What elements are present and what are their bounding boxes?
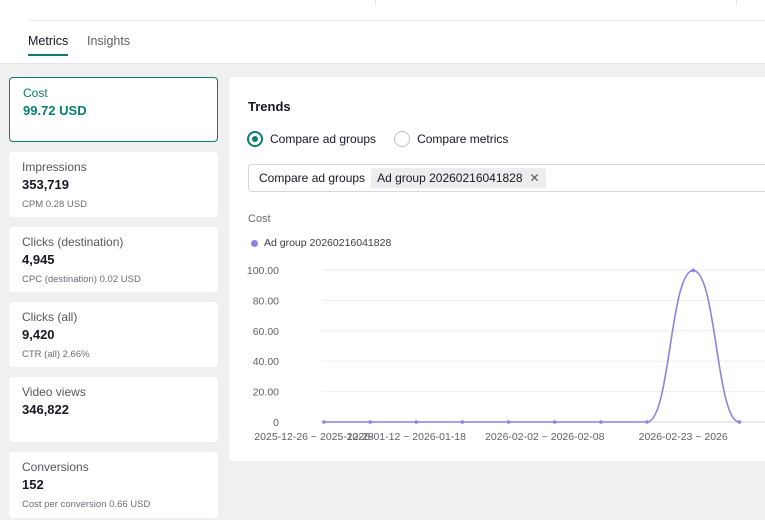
metric-label: Clicks (all)	[22, 310, 78, 324]
metric-value: 346,822	[22, 402, 69, 417]
metric-label: Video views	[22, 385, 86, 399]
y-tick-label: 40.00	[253, 356, 279, 368]
y-tick-label: 80.00	[253, 295, 279, 307]
metric-value: 9,420	[22, 327, 55, 342]
data-point	[599, 420, 603, 424]
metric-card-clicks-all[interactable]: Clicks (all) 9,420 CTR (all) 2.66%	[9, 302, 218, 367]
metric-sub: CTR (all) 2.66%	[22, 349, 90, 360]
data-point	[645, 420, 649, 424]
metric-label: Conversions	[22, 460, 89, 474]
divider	[375, 0, 376, 6]
metric-label: Cost	[23, 86, 48, 100]
data-point	[322, 420, 326, 424]
metric-card-cost[interactable]: Cost 99.72 USD	[9, 77, 218, 142]
y-tick-label: 60.00	[253, 326, 279, 338]
metric-card-impressions[interactable]: Impressions 353,719 CPM 0.28 USD	[9, 152, 218, 217]
tab-metrics[interactable]: Metrics	[28, 34, 69, 56]
metric-value: 353,719	[22, 177, 69, 192]
y-tick-label: 100.00	[247, 265, 279, 277]
data-point	[552, 420, 557, 424]
divider	[736, 0, 737, 6]
x-tick-label: 2026-01-12 ~ 2026-01-18	[347, 431, 467, 443]
metric-sub: Cost per conversion 0.66 USD	[22, 499, 151, 510]
metric-card-conversions[interactable]: Conversions 152 Cost per conversion 0.66…	[9, 452, 218, 518]
metric-card-video-views[interactable]: Video views 346,822	[9, 377, 218, 442]
data-point	[368, 420, 372, 424]
trends-panel: Trends Compare ad groups Compare metrics…	[229, 77, 765, 461]
data-point	[691, 268, 695, 273]
metric-card-clicks-destination[interactable]: Clicks (destination) 4,945 CPC (destinat…	[9, 227, 218, 292]
header-panel: Metrics Insights	[0, 0, 765, 64]
data-point	[737, 420, 742, 424]
metric-label: Clicks (destination)	[22, 235, 124, 249]
data-point	[460, 420, 465, 424]
metric-value: 152	[22, 477, 44, 492]
metric-value: 4,945	[22, 252, 55, 267]
metric-sub: CPM 0.28 USD	[22, 199, 87, 210]
series-line	[323, 269, 740, 423]
y-tick-label: 0	[273, 417, 279, 429]
y-tick-label: 20.00	[253, 387, 279, 399]
divider	[28, 20, 765, 21]
x-tick-label: 2026-02-23 ~ 2026	[639, 431, 728, 443]
x-tick-label: 2026-02-02 ~ 2026-02-08	[485, 431, 605, 443]
data-point	[414, 420, 419, 424]
metric-label: Impressions	[22, 160, 87, 174]
metric-value: 99.72 USD	[23, 103, 87, 118]
metric-sub: CPC (destination) 0.02 USD	[22, 274, 141, 285]
trend-chart: 020.0040.0060.0080.00100.002025-12-26 ~ …	[247, 265, 765, 443]
data-point	[506, 420, 511, 424]
tab-insights[interactable]: Insights	[87, 34, 130, 48]
